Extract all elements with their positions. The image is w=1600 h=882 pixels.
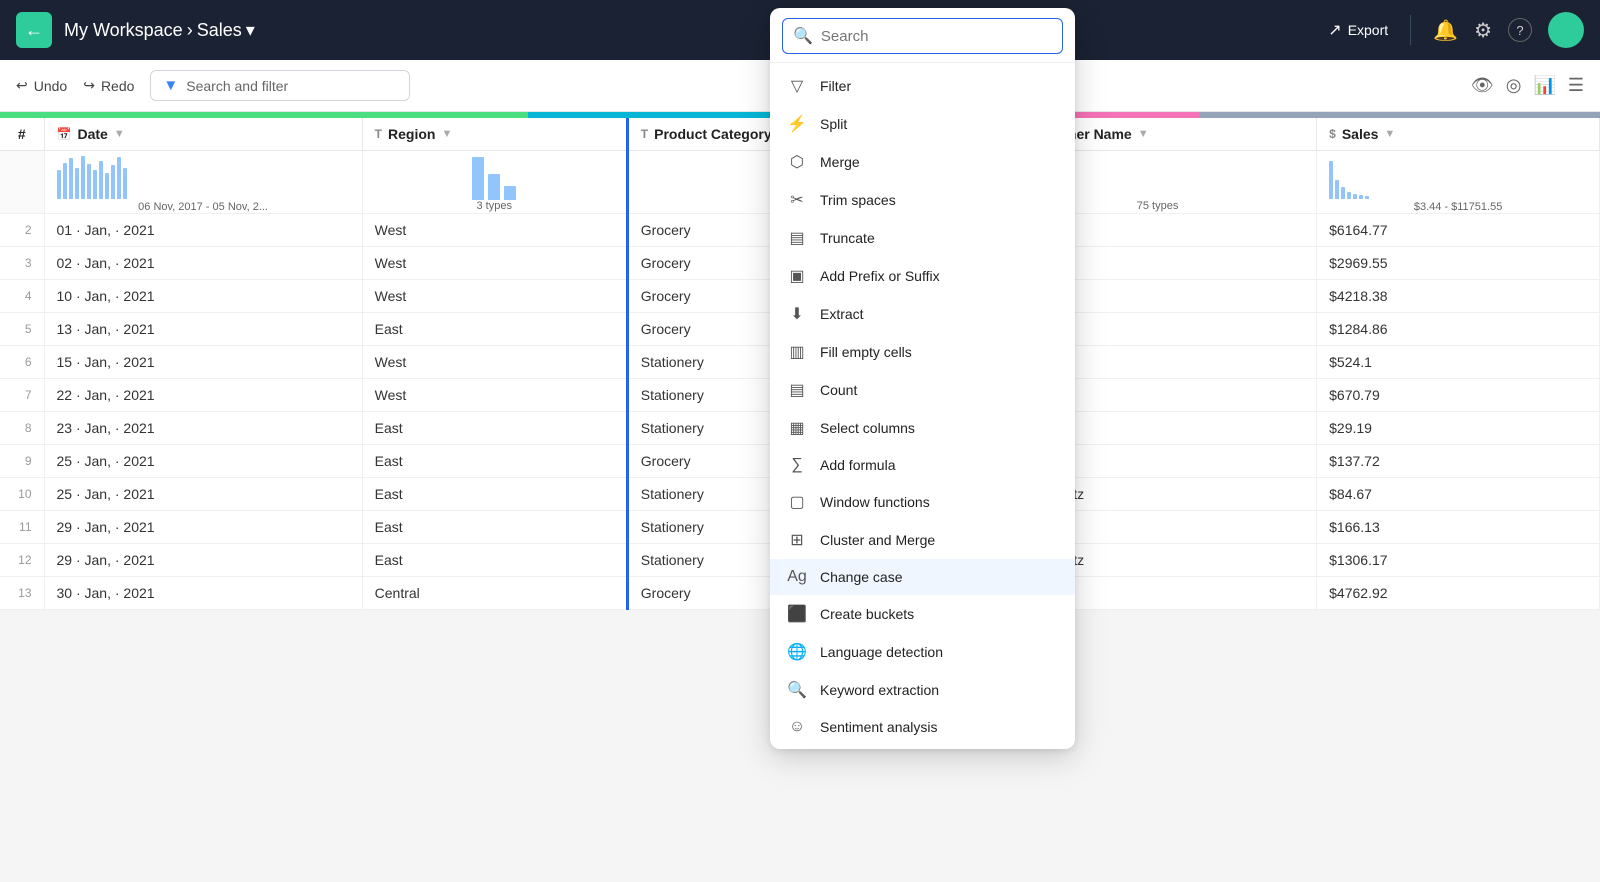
menu-label-change-case: Change case <box>820 569 1059 585</box>
menu-icon-filter: ▽ <box>786 76 808 96</box>
menu-icon-lang-detection: 🌐 <box>786 642 808 662</box>
dropdown-menu: 🔍 ▽ Filter ⚡ Split ⬡ Merge ✂ Trim spaces… <box>770 8 1075 749</box>
menu-item-select-columns[interactable]: ▦ Select columns <box>770 409 1075 447</box>
menu-icon-window-functions: ▢ <box>786 492 808 512</box>
menu-item-add-formula[interactable]: ∑ Add formula <box>770 447 1075 483</box>
menu-item-fill-empty[interactable]: ▥ Fill empty cells <box>770 333 1075 371</box>
search-icon: 🔍 <box>793 26 813 46</box>
menu-item-extract[interactable]: ⬇ Extract <box>770 295 1075 333</box>
menu-icon-keyword-extract: 🔍 <box>786 680 808 700</box>
menu-icon-add-prefix: ▣ <box>786 266 808 286</box>
menu-item-window-functions[interactable]: ▢ Window functions <box>770 483 1075 521</box>
dropdown-overlay: 🔍 ▽ Filter ⚡ Split ⬡ Merge ✂ Trim spaces… <box>0 0 1600 882</box>
menu-items-list: ▽ Filter ⚡ Split ⬡ Merge ✂ Trim spaces ▤… <box>770 63 1075 749</box>
menu-label-create-buckets: Create buckets <box>820 606 1059 622</box>
menu-item-trim-spaces[interactable]: ✂ Trim spaces <box>770 181 1075 219</box>
menu-label-extract: Extract <box>820 306 1059 322</box>
menu-label-add-prefix: Add Prefix or Suffix <box>820 268 1059 284</box>
menu-item-sentiment[interactable]: ☺ Sentiment analysis <box>770 709 1075 745</box>
menu-label-window-functions: Window functions <box>820 494 1059 510</box>
menu-item-truncate[interactable]: ▤ Truncate <box>770 219 1075 257</box>
menu-icon-split: ⚡ <box>786 114 808 134</box>
menu-label-sentiment: Sentiment analysis <box>820 719 1059 735</box>
menu-icon-create-buckets: ⬛ <box>786 604 808 624</box>
menu-label-merge: Merge <box>820 154 1059 170</box>
menu-item-count[interactable]: ▤ Count <box>770 371 1075 409</box>
menu-label-filter: Filter <box>820 78 1059 94</box>
menu-icon-select-columns: ▦ <box>786 418 808 438</box>
menu-icon-sentiment: ☺ <box>786 718 808 736</box>
menu-icon-cluster-merge: ⊞ <box>786 530 808 550</box>
menu-icon-trim-spaces: ✂ <box>786 190 808 210</box>
menu-icon-fill-empty: ▥ <box>786 342 808 362</box>
menu-item-split[interactable]: ⚡ Split <box>770 105 1075 143</box>
menu-icon-change-case: Ag <box>786 568 808 586</box>
menu-icon-add-formula: ∑ <box>786 456 808 474</box>
menu-item-filter[interactable]: ▽ Filter <box>770 67 1075 105</box>
menu-label-truncate: Truncate <box>820 230 1059 246</box>
menu-item-create-buckets[interactable]: ⬛ Create buckets <box>770 595 1075 633</box>
menu-icon-merge: ⬡ <box>786 152 808 172</box>
menu-icon-count: ▤ <box>786 380 808 400</box>
menu-item-lang-detection[interactable]: 🌐 Language detection <box>770 633 1075 671</box>
menu-label-add-formula: Add formula <box>820 457 1059 473</box>
dropdown-search-box[interactable]: 🔍 <box>782 18 1063 54</box>
menu-icon-extract: ⬇ <box>786 304 808 324</box>
menu-item-add-prefix[interactable]: ▣ Add Prefix or Suffix <box>770 257 1075 295</box>
dropdown-search-wrap: 🔍 <box>770 8 1075 63</box>
menu-label-select-columns: Select columns <box>820 420 1059 436</box>
menu-label-fill-empty: Fill empty cells <box>820 344 1059 360</box>
search-input[interactable] <box>821 28 1052 45</box>
menu-item-cluster-merge[interactable]: ⊞ Cluster and Merge <box>770 521 1075 559</box>
menu-item-keyword-extract[interactable]: 🔍 Keyword extraction <box>770 671 1075 709</box>
menu-label-count: Count <box>820 382 1059 398</box>
menu-item-merge[interactable]: ⬡ Merge <box>770 143 1075 181</box>
menu-label-split: Split <box>820 116 1059 132</box>
menu-label-lang-detection: Language detection <box>820 644 1059 660</box>
menu-item-change-case[interactable]: Ag Change case <box>770 559 1075 595</box>
menu-label-keyword-extract: Keyword extraction <box>820 682 1059 698</box>
menu-icon-truncate: ▤ <box>786 228 808 248</box>
menu-label-trim-spaces: Trim spaces <box>820 192 1059 208</box>
menu-label-cluster-merge: Cluster and Merge <box>820 532 1059 548</box>
